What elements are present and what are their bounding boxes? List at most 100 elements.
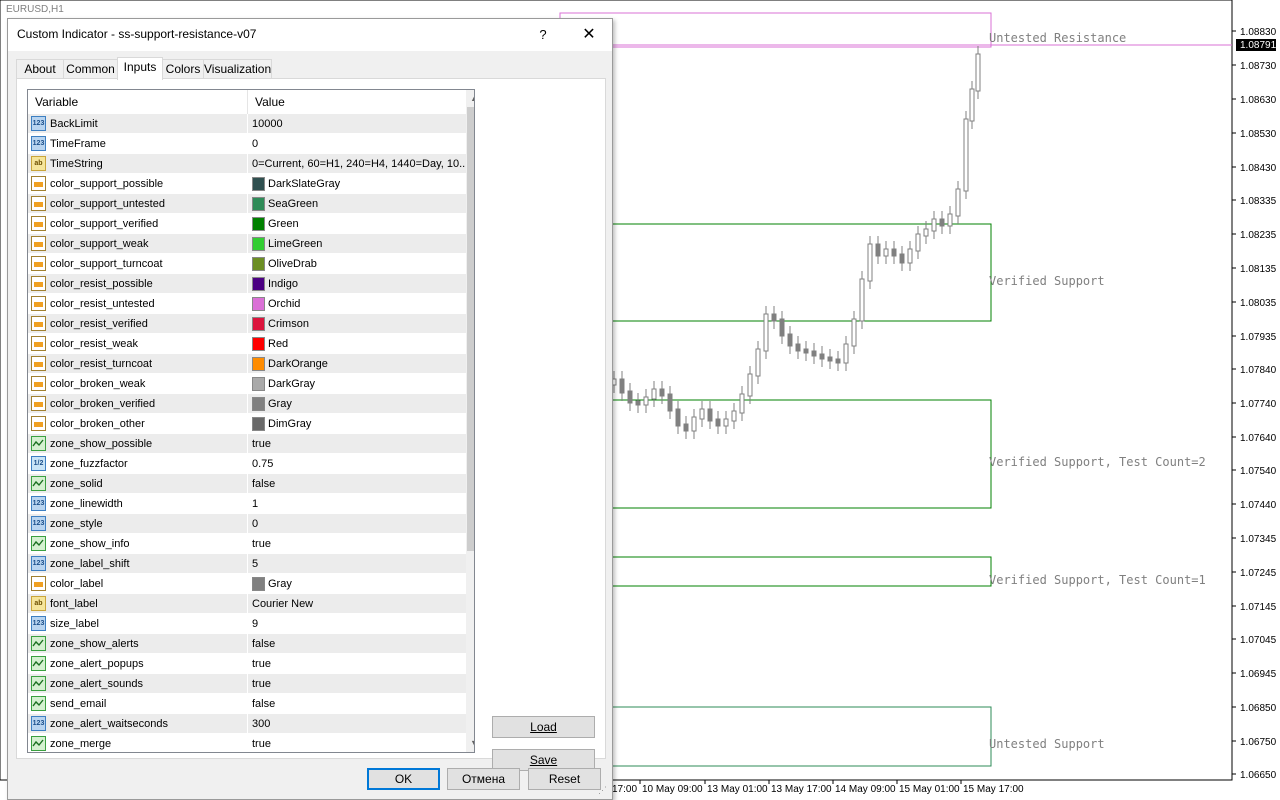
candle-body bbox=[659, 388, 665, 397]
parameter-row[interactable]: zone_solid false bbox=[28, 474, 466, 494]
parameter-row[interactable]: color_support_untested SeaGreen bbox=[28, 194, 466, 214]
parameter-value: 5 bbox=[252, 558, 259, 570]
parameter-row[interactable]: color_resist_possible Indigo bbox=[28, 274, 466, 294]
parameter-variable-cell: color_resist_turncoat bbox=[28, 354, 248, 374]
parameter-value-cell[interactable]: Orchid bbox=[248, 294, 466, 314]
parameter-row[interactable]: 123 zone_alert_waitseconds 300 bbox=[28, 714, 466, 734]
candle-body bbox=[699, 408, 705, 420]
color-type-icon bbox=[31, 256, 46, 271]
parameter-row[interactable]: ab font_label Courier New bbox=[28, 594, 466, 614]
parameter-value-cell[interactable]: 1 bbox=[248, 494, 466, 514]
parameter-row[interactable]: color_support_turncoat OliveDrab bbox=[28, 254, 466, 274]
resize-grip-icon[interactable]: ⋰ bbox=[598, 785, 608, 795]
color-swatch bbox=[252, 237, 265, 251]
parameter-value-cell[interactable]: true bbox=[248, 534, 466, 554]
parameter-row[interactable]: zone_alert_sounds true bbox=[28, 674, 466, 694]
parameter-row[interactable]: color_label Gray bbox=[28, 574, 466, 594]
parameter-row[interactable]: color_broken_weak DarkGray bbox=[28, 374, 466, 394]
parameter-value-cell[interactable]: 0.75 bbox=[248, 454, 466, 474]
parameter-value: true bbox=[252, 738, 271, 750]
parameter-value-cell[interactable]: Gray bbox=[248, 574, 466, 594]
parameter-value: 0.75 bbox=[252, 458, 274, 470]
parameter-row[interactable]: 123 size_label 9 bbox=[28, 614, 466, 634]
parameter-row[interactable]: 123 BackLimit 10000 bbox=[28, 114, 466, 134]
parameter-row[interactable]: 123 zone_label_shift 5 bbox=[28, 554, 466, 574]
parameter-row[interactable]: zone_show_possible true bbox=[28, 434, 466, 454]
parameter-row[interactable]: zone_alert_popups true bbox=[28, 654, 466, 674]
dialog-titlebar[interactable]: Custom Indicator - ss-support-resistance… bbox=[8, 19, 612, 51]
parameter-row[interactable]: 123 zone_style 0 bbox=[28, 514, 466, 534]
tab-visualization[interactable]: Visualization bbox=[203, 59, 272, 78]
parameter-value-cell[interactable]: Courier New bbox=[248, 594, 466, 614]
parameter-value-cell[interactable]: OliveDrab bbox=[248, 254, 466, 274]
parameter-value-cell[interactable]: Gray bbox=[248, 394, 466, 414]
parameter-name: color_support_turncoat bbox=[50, 258, 163, 270]
tab-inputs[interactable]: Inputs bbox=[117, 57, 163, 80]
candle-body bbox=[939, 218, 945, 227]
grid-scrollbar[interactable]: ▲ ▼ bbox=[466, 90, 474, 752]
parameter-row[interactable]: zone_show_alerts false bbox=[28, 634, 466, 654]
load-button[interactable]: Load bbox=[492, 716, 595, 738]
candle-body bbox=[819, 353, 825, 360]
tab-common[interactable]: Common bbox=[63, 59, 118, 78]
parameter-row[interactable]: 123 TimeFrame 0 bbox=[28, 134, 466, 154]
parameter-value-cell[interactable]: 0 bbox=[248, 514, 466, 534]
parameter-value-cell[interactable]: LimeGreen bbox=[248, 234, 466, 254]
parameter-row[interactable]: color_support_possible DarkSlateGray bbox=[28, 174, 466, 194]
parameter-row[interactable]: 123 zone_linewidth 1 bbox=[28, 494, 466, 514]
parameter-row[interactable]: color_resist_turncoat DarkOrange bbox=[28, 354, 466, 374]
parameter-row[interactable]: color_support_weak LimeGreen bbox=[28, 234, 466, 254]
tab-about[interactable]: About bbox=[16, 59, 64, 78]
parameter-value-cell[interactable]: true bbox=[248, 434, 466, 454]
parameter-row[interactable]: color_resist_weak Red bbox=[28, 334, 466, 354]
parameter-value-cell[interactable]: 5 bbox=[248, 554, 466, 574]
candle-body bbox=[975, 53, 981, 92]
help-button[interactable]: ? bbox=[528, 25, 558, 45]
cancel-button[interactable]: Отмена bbox=[447, 768, 520, 790]
parameter-row[interactable]: zone_merge true bbox=[28, 734, 466, 752]
parameter-value-cell[interactable]: Indigo bbox=[248, 274, 466, 294]
parameter-name: color_broken_verified bbox=[50, 398, 156, 410]
parameter-value-cell[interactable]: DarkGray bbox=[248, 374, 466, 394]
reset-button[interactable]: Reset bbox=[528, 768, 601, 790]
parameter-value-cell[interactable]: true bbox=[248, 654, 466, 674]
parameter-value-cell[interactable]: false bbox=[248, 694, 466, 714]
parameter-row[interactable]: zone_show_info true bbox=[28, 534, 466, 554]
ok-button[interactable]: OK bbox=[367, 768, 440, 790]
parameter-value-cell[interactable]: Crimson bbox=[248, 314, 466, 334]
parameter-row[interactable]: color_support_verified Green bbox=[28, 214, 466, 234]
scroll-down-arrow-icon[interactable]: ▼ bbox=[466, 735, 474, 752]
parameter-row[interactable]: color_resist_untested Orchid bbox=[28, 294, 466, 314]
parameter-value-cell[interactable]: false bbox=[248, 634, 466, 654]
parameter-value-cell[interactable]: SeaGreen bbox=[248, 194, 466, 214]
parameter-value-cell[interactable]: DarkOrange bbox=[248, 354, 466, 374]
parameter-value-cell[interactable]: DarkSlateGray bbox=[248, 174, 466, 194]
parameter-value-cell[interactable]: 9 bbox=[248, 614, 466, 634]
parameter-value-cell[interactable]: 0 bbox=[248, 134, 466, 154]
parameter-value-cell[interactable]: Red bbox=[248, 334, 466, 354]
close-button[interactable]: ✕ bbox=[574, 24, 604, 46]
column-header-variable[interactable]: Variable bbox=[28, 90, 248, 114]
parameter-value-cell[interactable]: DimGray bbox=[248, 414, 466, 434]
parameter-value-cell[interactable]: 300 bbox=[248, 714, 466, 734]
scroll-up-arrow-icon[interactable]: ▲ bbox=[466, 90, 474, 107]
parameter-row[interactable]: color_broken_verified Gray bbox=[28, 394, 466, 414]
parameter-row[interactable]: send_email false bbox=[28, 694, 466, 714]
candle-body bbox=[867, 243, 873, 282]
parameter-value-cell[interactable]: 10000 bbox=[248, 114, 466, 134]
parameter-row[interactable]: 1/2 zone_fuzzfactor 0.75 bbox=[28, 454, 466, 474]
parameter-row[interactable]: color_resist_verified Crimson bbox=[28, 314, 466, 334]
tab-colors[interactable]: Colors bbox=[162, 59, 204, 78]
parameter-row[interactable]: color_broken_other DimGray bbox=[28, 414, 466, 434]
column-header-value[interactable]: Value bbox=[248, 90, 465, 114]
parameter-value-cell[interactable]: false bbox=[248, 474, 466, 494]
candle-body bbox=[947, 213, 953, 227]
scroll-thumb[interactable] bbox=[467, 107, 474, 551]
parameter-value-cell[interactable]: true bbox=[248, 734, 466, 752]
parameter-value-cell[interactable]: Green bbox=[248, 214, 466, 234]
parameter-value-cell[interactable]: 0=Current, 60=H1, 240=H4, 1440=Day, 10..… bbox=[248, 154, 468, 174]
parameter-value-cell[interactable]: true bbox=[248, 674, 466, 694]
color-swatch bbox=[252, 397, 265, 411]
parameter-name: color_support_possible bbox=[50, 178, 164, 190]
parameter-row[interactable]: ab TimeString 0=Current, 60=H1, 240=H4, 14… bbox=[28, 154, 468, 174]
